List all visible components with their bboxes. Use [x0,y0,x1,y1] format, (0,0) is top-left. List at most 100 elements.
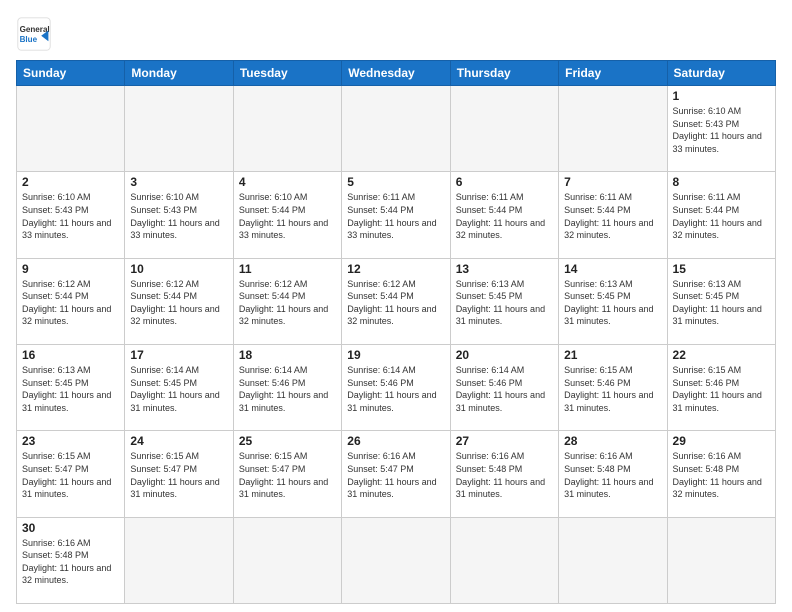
day-number: 28 [564,434,661,448]
day-cell: 1Sunrise: 6:10 AM Sunset: 5:43 PM Daylig… [667,86,775,172]
day-number: 10 [130,262,227,276]
day-info: Sunrise: 6:12 AM Sunset: 5:44 PM Dayligh… [130,278,227,328]
day-cell: 19 Sunrise: 6:14 AM Sunset: 5:46 PM Dayli… [342,344,450,430]
day-number: 11 [239,262,336,276]
day-number: 8 [673,175,770,189]
day-cell [342,517,450,603]
header-row: SundayMondayTuesdayWednesdayThursdayFrid… [17,61,776,86]
week-row-4: 23 Sunrise: 6:15 AM Sunset: 5:47 PM Dayli… [17,431,776,517]
day-cell [125,86,233,172]
day-cell [559,517,667,603]
day-info: Sunrise: 6:14 AM Sunset: 5:45 PM Dayligh… [130,364,227,414]
day-number: 6 [456,175,553,189]
day-number: 4 [239,175,336,189]
day-info: Sunrise: 6:13 AM Sunset: 5:45 PM Dayligh… [22,364,119,414]
day-info: Sunrise: 6:15 AM Sunset: 5:46 PM Dayligh… [673,364,770,414]
day-info: Sunrise: 6:15 AM Sunset: 5:46 PM Dayligh… [564,364,661,414]
day-info: Sunrise: 6:11 AM Sunset: 5:44 PM Dayligh… [347,191,444,241]
day-number: 15 [673,262,770,276]
header-cell-wednesday: Wednesday [342,61,450,86]
day-number: 17 [130,348,227,362]
day-info: Sunrise: 6:15 AM Sunset: 5:47 PM Dayligh… [22,450,119,500]
day-info: Sunrise: 6:16 AM Sunset: 5:48 PM Dayligh… [564,450,661,500]
week-row-3: 16 Sunrise: 6:13 AM Sunset: 5:45 PM Dayli… [17,344,776,430]
week-row-0: 1Sunrise: 6:10 AM Sunset: 5:43 PM Daylig… [17,86,776,172]
day-number: 3 [130,175,227,189]
day-number: 12 [347,262,444,276]
day-cell: 23 Sunrise: 6:15 AM Sunset: 5:47 PM Dayli… [17,431,125,517]
day-cell: 27 Sunrise: 6:16 AM Sunset: 5:48 PM Dayli… [450,431,558,517]
day-cell: 30 Sunrise: 6:16 AM Sunset: 5:48 PM Dayli… [17,517,125,603]
day-info: Sunrise: 6:14 AM Sunset: 5:46 PM Dayligh… [456,364,553,414]
header: General Blue [16,16,776,52]
day-number: 20 [456,348,553,362]
day-cell [559,86,667,172]
day-cell [450,86,558,172]
header-cell-tuesday: Tuesday [233,61,341,86]
day-info: Sunrise: 6:11 AM Sunset: 5:44 PM Dayligh… [564,191,661,241]
day-info: Sunrise: 6:16 AM Sunset: 5:48 PM Dayligh… [456,450,553,500]
day-info: Sunrise: 6:15 AM Sunset: 5:47 PM Dayligh… [239,450,336,500]
day-cell: 6 Sunrise: 6:11 AM Sunset: 5:44 PM Daylig… [450,172,558,258]
day-info: Sunrise: 6:14 AM Sunset: 5:46 PM Dayligh… [347,364,444,414]
day-cell: 18 Sunrise: 6:14 AM Sunset: 5:46 PM Dayli… [233,344,341,430]
day-cell: 21Sunrise: 6:15 AM Sunset: 5:46 PM Dayli… [559,344,667,430]
week-row-5: 30 Sunrise: 6:16 AM Sunset: 5:48 PM Dayli… [17,517,776,603]
header-cell-saturday: Saturday [667,61,775,86]
day-cell: 25 Sunrise: 6:15 AM Sunset: 5:47 PM Dayli… [233,431,341,517]
day-number: 19 [347,348,444,362]
day-cell: 5 Sunrise: 6:11 AM Sunset: 5:44 PM Daylig… [342,172,450,258]
day-info: Sunrise: 6:11 AM Sunset: 5:44 PM Dayligh… [456,191,553,241]
day-info: Sunrise: 6:16 AM Sunset: 5:48 PM Dayligh… [22,537,119,587]
calendar-page: General Blue SundayMondayTuesdayWednesda… [0,0,792,612]
day-number: 27 [456,434,553,448]
calendar-table: SundayMondayTuesdayWednesdayThursdayFrid… [16,60,776,604]
logo: General Blue [16,16,58,52]
day-number: 30 [22,521,119,535]
day-info: Sunrise: 6:10 AM Sunset: 5:43 PM Dayligh… [22,191,119,241]
day-cell: 9 Sunrise: 6:12 AM Sunset: 5:44 PM Daylig… [17,258,125,344]
day-cell: 3Sunrise: 6:10 AM Sunset: 5:43 PM Daylig… [125,172,233,258]
day-info: Sunrise: 6:13 AM Sunset: 5:45 PM Dayligh… [564,278,661,328]
day-cell [17,86,125,172]
day-number: 13 [456,262,553,276]
day-number: 24 [130,434,227,448]
day-number: 5 [347,175,444,189]
day-cell: 16 Sunrise: 6:13 AM Sunset: 5:45 PM Dayli… [17,344,125,430]
day-info: Sunrise: 6:11 AM Sunset: 5:44 PM Dayligh… [673,191,770,241]
day-cell [233,517,341,603]
day-number: 16 [22,348,119,362]
logo-icon: General Blue [16,16,52,52]
day-info: Sunrise: 6:12 AM Sunset: 5:44 PM Dayligh… [347,278,444,328]
day-number: 25 [239,434,336,448]
day-info: Sunrise: 6:15 AM Sunset: 5:47 PM Dayligh… [130,450,227,500]
day-number: 23 [22,434,119,448]
svg-text:Blue: Blue [20,35,38,44]
day-info: Sunrise: 6:16 AM Sunset: 5:48 PM Dayligh… [673,450,770,500]
day-info: Sunrise: 6:12 AM Sunset: 5:44 PM Dayligh… [22,278,119,328]
day-cell [233,86,341,172]
day-cell [667,517,775,603]
day-number: 14 [564,262,661,276]
day-cell: 15Sunrise: 6:13 AM Sunset: 5:45 PM Dayli… [667,258,775,344]
header-cell-monday: Monday [125,61,233,86]
day-cell: 7 Sunrise: 6:11 AM Sunset: 5:44 PM Daylig… [559,172,667,258]
day-info: Sunrise: 6:14 AM Sunset: 5:46 PM Dayligh… [239,364,336,414]
day-number: 26 [347,434,444,448]
day-cell: 4 Sunrise: 6:10 AM Sunset: 5:44 PM Daylig… [233,172,341,258]
week-row-2: 9 Sunrise: 6:12 AM Sunset: 5:44 PM Daylig… [17,258,776,344]
day-cell: 8 Sunrise: 6:11 AM Sunset: 5:44 PM Daylig… [667,172,775,258]
day-number: 18 [239,348,336,362]
day-number: 2 [22,175,119,189]
day-cell: 22Sunrise: 6:15 AM Sunset: 5:46 PM Dayli… [667,344,775,430]
header-cell-friday: Friday [559,61,667,86]
day-cell: 20 Sunrise: 6:14 AM Sunset: 5:46 PM Dayli… [450,344,558,430]
day-cell: 12 Sunrise: 6:12 AM Sunset: 5:44 PM Dayli… [342,258,450,344]
day-number: 7 [564,175,661,189]
day-cell: 26Sunrise: 6:16 AM Sunset: 5:47 PM Dayli… [342,431,450,517]
day-info: Sunrise: 6:10 AM Sunset: 5:43 PM Dayligh… [673,105,770,155]
day-number: 9 [22,262,119,276]
header-cell-sunday: Sunday [17,61,125,86]
day-info: Sunrise: 6:13 AM Sunset: 5:45 PM Dayligh… [456,278,553,328]
day-info: Sunrise: 6:10 AM Sunset: 5:44 PM Dayligh… [239,191,336,241]
